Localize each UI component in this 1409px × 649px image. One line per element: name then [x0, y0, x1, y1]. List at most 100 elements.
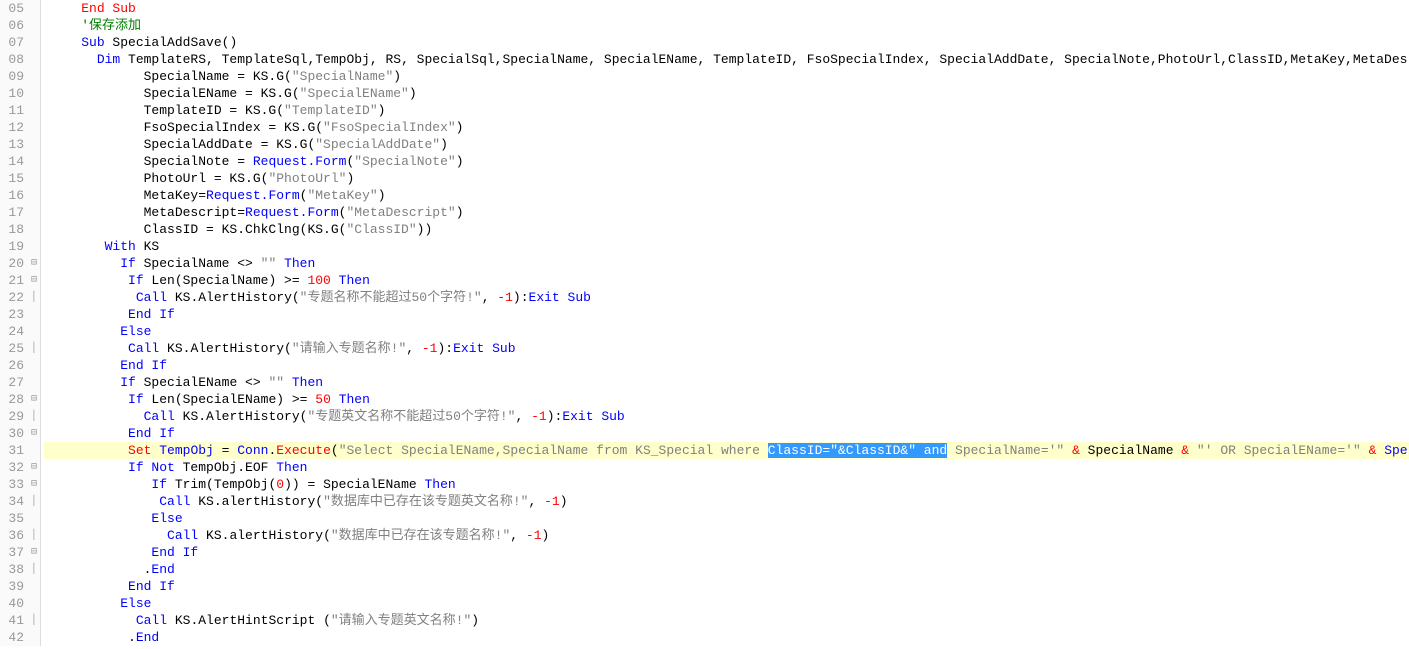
code-content[interactable]: End If — [44, 544, 198, 561]
code-line[interactable]: 17 MetaDescript=Request.Form("MetaDescri… — [0, 204, 1409, 221]
code-content[interactable]: MetaDescript=Request.Form("MetaDescript"… — [44, 204, 464, 221]
code-content[interactable]: SpecialNote = Request.Form("SpecialNote"… — [44, 153, 464, 170]
code-content[interactable]: Else — [44, 595, 151, 612]
token: KS.alertHistory( — [190, 494, 323, 509]
code-line[interactable]: 35 Else — [0, 510, 1409, 527]
code-content[interactable]: Call KS.alertHistory("数据库中已存在该专题英文名称!", … — [44, 493, 568, 510]
code-line[interactable]: 09 SpecialName = KS.G("SpecialName") — [0, 68, 1409, 85]
fold-icon[interactable]: ⊟ — [28, 255, 40, 272]
code-line[interactable]: 15 PhotoUrl = KS.G("PhotoUrl") — [0, 170, 1409, 187]
fold-icon[interactable]: ⊟ — [28, 425, 40, 442]
token — [1361, 443, 1369, 458]
code-content[interactable]: If SpecialEName <> "" Then — [44, 374, 323, 391]
code-line[interactable]: 37⊟ End If — [0, 544, 1409, 561]
code-line[interactable]: 18 ClassID = KS.ChkClng(KS.G("ClassID")) — [0, 221, 1409, 238]
code-content[interactable]: Call KS.alertHistory("数据库中已存在该专题名称!", -1… — [44, 527, 549, 544]
code-content[interactable]: .End — [44, 629, 159, 646]
code-line[interactable]: 21⊟ If Len(SpecialName) >= 100 Then — [0, 272, 1409, 289]
code-line[interactable]: 12 FsoSpecialIndex = KS.G("FsoSpecialInd… — [0, 119, 1409, 136]
code-line[interactable]: 05 End Sub — [0, 0, 1409, 17]
code-line[interactable]: 25│ Call KS.AlertHistory("请输入专题名称!", -1)… — [0, 340, 1409, 357]
token: '保存添加 — [81, 18, 141, 33]
code-line[interactable]: 26 End If — [0, 357, 1409, 374]
code-content[interactable]: SpecialName = KS.G("SpecialName") — [44, 68, 401, 85]
fold-icon[interactable]: ⊟ — [28, 544, 40, 561]
token: , — [515, 409, 531, 424]
token — [50, 358, 120, 373]
code-line[interactable]: 31 Set TempObj = Conn.Execute("Select Sp… — [0, 442, 1409, 459]
code-line[interactable]: 16 MetaKey=Request.Form("MetaKey") — [0, 187, 1409, 204]
code-content[interactable]: Sub SpecialAddSave() — [44, 34, 237, 51]
code-editor[interactable]: 05 End Sub06 '保存添加07 Sub SpecialAddSave(… — [0, 0, 1409, 646]
code-line[interactable]: 30⊟ End If — [0, 425, 1409, 442]
code-content[interactable]: Call KS.AlertHintScript ("请输入专题英文名称!") — [44, 612, 479, 629]
code-content[interactable]: SpecialAddDate = KS.G("SpecialAddDate") — [44, 136, 448, 153]
code-line[interactable]: 40 Else — [0, 595, 1409, 612]
code-content[interactable]: If SpecialName <> "" Then — [44, 255, 315, 272]
code-line[interactable]: 32⊟ If Not TempObj.EOF Then — [0, 459, 1409, 476]
fold-icon — [28, 629, 40, 646]
code-content[interactable]: FsoSpecialIndex = KS.G("FsoSpecialIndex"… — [44, 119, 463, 136]
code-content[interactable]: Set TempObj = Conn.Execute("Select Speci… — [44, 442, 1409, 459]
code-content[interactable]: Else — [44, 323, 151, 340]
code-content[interactable]: ClassID = KS.ChkClng(KS.G("ClassID")) — [44, 221, 432, 238]
code-line[interactable]: 36│ Call KS.alertHistory("数据库中已存在该专题名称!"… — [0, 527, 1409, 544]
code-content[interactable]: Call KS.AlertHistory("请输入专题名称!", -1):Exi… — [44, 340, 516, 357]
token: TemplateID = KS.G( — [50, 103, 284, 118]
code-content[interactable]: With KS — [44, 238, 159, 255]
code-content[interactable]: End If — [44, 357, 167, 374]
code-line[interactable]: 27 If SpecialEName <> "" Then — [0, 374, 1409, 391]
code-content[interactable]: Call KS.AlertHistory("专题名称不能超过50个字符!", -… — [44, 289, 591, 306]
token — [1189, 443, 1197, 458]
code-line[interactable]: 08 Dim TemplateRS, TemplateSql,TempObj, … — [0, 51, 1409, 68]
code-line[interactable]: 34│ Call KS.alertHistory("数据库中已存在该专题英文名称… — [0, 493, 1409, 510]
code-content[interactable]: End If — [44, 306, 175, 323]
line-number: 36 — [0, 527, 28, 544]
code-content[interactable]: End If — [44, 578, 175, 595]
code-line[interactable]: 41│ Call KS.AlertHintScript ("请输入专题英文名称!… — [0, 612, 1409, 629]
code-line[interactable]: 10 SpecialEName = KS.G("SpecialEName") — [0, 85, 1409, 102]
code-line[interactable]: 33⊟ If Trim(TempObj(0)) = SpecialEName T… — [0, 476, 1409, 493]
line-number: 26 — [0, 357, 28, 374]
code-line[interactable]: 29│ Call KS.AlertHistory("专题英文名称不能超过50个字… — [0, 408, 1409, 425]
code-content[interactable]: If Len(SpecialName) >= 100 Then — [44, 272, 370, 289]
fold-icon[interactable]: ⊟ — [28, 459, 40, 476]
code-content[interactable]: TemplateID = KS.G("TemplateID") — [44, 102, 385, 119]
gutter: 11 — [0, 102, 41, 119]
fold-icon[interactable]: ⊟ — [28, 476, 40, 493]
code-content[interactable]: SpecialEName = KS.G("SpecialEName") — [44, 85, 417, 102]
code-content[interactable]: PhotoUrl = KS.G("PhotoUrl") — [44, 170, 354, 187]
code-line[interactable]: 23 End If — [0, 306, 1409, 323]
code-line[interactable]: 22│ Call KS.AlertHistory("专题名称不能超过50个字符!… — [0, 289, 1409, 306]
code-line[interactable]: 13 SpecialAddDate = KS.G("SpecialAddDate… — [0, 136, 1409, 153]
code-content[interactable]: If Trim(TempObj(0)) = SpecialEName Then — [44, 476, 456, 493]
code-content[interactable]: .End — [44, 561, 175, 578]
code-line[interactable]: 19 With KS — [0, 238, 1409, 255]
code-content[interactable]: If Len(SpecialEName) >= 50 Then — [44, 391, 370, 408]
code-line[interactable]: 20⊟ If SpecialName <> "" Then — [0, 255, 1409, 272]
code-line[interactable]: 11 TemplateID = KS.G("TemplateID") — [0, 102, 1409, 119]
fold-icon[interactable]: ⊟ — [28, 272, 40, 289]
code-content[interactable]: End Sub — [44, 0, 136, 17]
code-line[interactable]: 38│ .End — [0, 561, 1409, 578]
code-line[interactable]: 07 Sub SpecialAddSave() — [0, 34, 1409, 51]
code-content[interactable]: Dim TemplateRS, TemplateSql,TempObj, RS,… — [44, 51, 1407, 68]
gutter: 05 — [0, 0, 41, 17]
token: PhotoUrl = KS.G( — [50, 171, 268, 186]
code-line[interactable]: 06 '保存添加 — [0, 17, 1409, 34]
fold-icon[interactable]: ⊟ — [28, 391, 40, 408]
code-line[interactable]: 42 .End — [0, 629, 1409, 646]
token — [50, 426, 128, 441]
token — [50, 409, 144, 424]
code-line[interactable]: 14 SpecialNote = Request.Form("SpecialNo… — [0, 153, 1409, 170]
code-content[interactable]: '保存添加 — [44, 17, 141, 34]
code-line[interactable]: 24 Else — [0, 323, 1409, 340]
code-content[interactable]: End If — [44, 425, 175, 442]
code-line[interactable]: 28⊟ If Len(SpecialEName) >= 50 Then — [0, 391, 1409, 408]
token: Spe — [1384, 443, 1407, 458]
code-line[interactable]: 39 End If — [0, 578, 1409, 595]
code-content[interactable]: If Not TempObj.EOF Then — [44, 459, 307, 476]
code-content[interactable]: MetaKey=Request.Form("MetaKey") — [44, 187, 386, 204]
code-content[interactable]: Call KS.AlertHistory("专题英文名称不能超过50个字符!",… — [44, 408, 625, 425]
code-content[interactable]: Else — [44, 510, 183, 527]
